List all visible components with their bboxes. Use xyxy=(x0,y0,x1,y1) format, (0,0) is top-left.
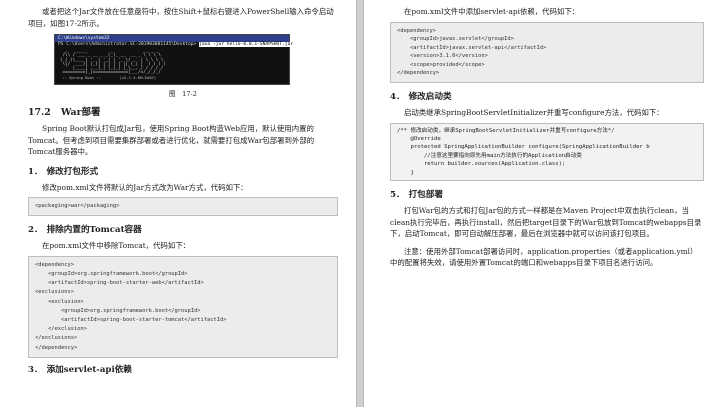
code-line: <artifactId>spring-boot-starter-tomcat</… xyxy=(35,316,227,323)
code-block-configure: /** 修改启动类，继承SpringBootServletInitializer… xyxy=(390,122,704,181)
code-line: <groupId>javax.servlet</groupId> xyxy=(397,36,514,43)
subheading-5-paragraph-2: 注意：使用外部Tomcat部署访问时，application.propertie… xyxy=(390,246,698,268)
code-line: <packaging>war</packaging> xyxy=(35,203,120,209)
code-line: return builder.sources(Application.class… xyxy=(397,161,566,168)
code-block-servlet-api: <dependency> <groupId>javax.servlet</gro… xyxy=(390,21,704,84)
code-line: @Override xyxy=(397,135,441,142)
code-line: <scope>provided</scope> xyxy=(397,61,485,68)
page-gutter xyxy=(356,0,364,407)
code-block-packaging: <packaging>war</packaging> xyxy=(28,197,338,217)
section-title: War部署 xyxy=(60,107,101,118)
code-line: <dependency> xyxy=(397,27,436,34)
subheading-3: 3． 添加servlet-api依赖 xyxy=(28,364,132,375)
code-line: </dependency> xyxy=(35,344,78,351)
figure-prompt: PS C:\Users\Administrator.SC-20190308114… xyxy=(58,42,200,47)
code-line: <exclusion> xyxy=(35,298,84,305)
figure-caption: 图 17-2 xyxy=(168,90,197,98)
page-right[interactable]: 在pom.xml文件中添加servlet-api依赖，代码如下： <depend… xyxy=(364,0,720,407)
subheading-5: 5． 打包部署 xyxy=(390,190,443,200)
code-line: </exclusion> xyxy=(35,326,87,333)
figure-command: java -jar hello-0.0.1-SNAPSHOT.jar xyxy=(199,42,294,47)
code-block-exclusions: <dependency> <groupId>org.springframewor… xyxy=(28,255,338,358)
subheading-5-paragraph-1: 打包War包的方式和打包Jar包的方式一样都是在Maven Project中双击… xyxy=(390,206,702,238)
figure-ascii-art: . ____ _ __ _ _ /\\ / ___'_ __ _ _(_)_ _… xyxy=(55,48,289,75)
subheading-4-paragraph: 启动类继承SpringBootServletInitializer并重写conf… xyxy=(404,108,664,118)
code-line: <groupId>org.springframework.boot</group… xyxy=(35,307,201,314)
figure-window-title: C:\Windows\system32 xyxy=(55,35,289,42)
code-line: </exclusions> xyxy=(35,335,78,342)
servlet-paragraph: 在pom.xml文件中添加servlet-api依赖，代码如下： xyxy=(404,7,580,16)
intro-paragraph: 或者把这个Jar文件放在任意盘符中，按住Shift+鼠标右键进入PowerShe… xyxy=(28,7,334,28)
section-number: 17.2 xyxy=(28,107,51,118)
code-line: <groupId>org.springframework.boot</group… xyxy=(35,270,188,277)
code-line: <dependency> xyxy=(35,261,74,268)
powershell-screenshot-figure: C:\Windows\system32 PS C:\Users\Administ… xyxy=(54,34,294,85)
code-line: /** 修改启动类，继承SpringBootServletInitializer… xyxy=(397,127,615,134)
code-line: </dependency> xyxy=(397,70,440,77)
code-line: <exclusions> xyxy=(35,289,74,296)
section-heading-17-2: 17.2 War部署 xyxy=(28,104,338,118)
section-paragraph: Spring Boot默认打包成Jar包，使用Spring Boot构造Web应… xyxy=(28,124,315,156)
code-line: <artifactId>javax.servlet-api</artifactI… xyxy=(397,44,547,51)
code-line: //注意这里要指向原先用main方法执行的Application启动类 xyxy=(397,152,582,159)
code-line: <artifactId>spring-boot-starter-web</art… xyxy=(35,280,204,287)
code-line: <version>3.1.0</version> xyxy=(397,53,488,60)
subheading-1-paragraph: 修改pom.xml文件将默认的Jar方式改为War方式，代码如下： xyxy=(42,182,248,192)
code-line: } xyxy=(397,169,414,176)
subheading-4: 4． 修改启动类 xyxy=(390,92,452,103)
page-left[interactable]: 或者把这个Jar文件放在任意盘符中，按住Shift+鼠标右键进入PowerShe… xyxy=(0,0,356,407)
subheading-2-paragraph: 在pom.xml文件中移除Tomcat，代码如下： xyxy=(42,241,191,251)
subheading-2: 2． 排除内置的Tomcat容器 xyxy=(28,225,142,236)
subheading-1: 1． 修改打包形式 xyxy=(28,166,99,177)
figure-version-line: :: Spring Boot :: (v2.1.3.RELEASE) xyxy=(60,74,157,80)
code-line: protected SpringApplicationBuilder confi… xyxy=(397,144,650,151)
document-viewer: 或者把这个Jar文件放在任意盘符中，按住Shift+鼠标右键进入PowerShe… xyxy=(0,0,720,407)
